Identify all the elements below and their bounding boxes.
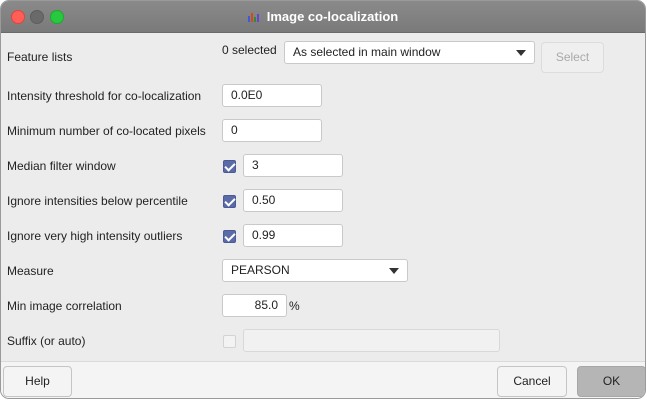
cancel-button[interactable]: Cancel [497,366,567,397]
min-correlation-label: Min image correlation [7,299,122,313]
title-bar[interactable]: Image co-localization [1,1,645,33]
min-colocated-pixels-input[interactable]: 0 [222,119,322,142]
select-button[interactable]: Select [541,42,604,73]
ok-button[interactable]: OK [577,366,645,397]
suffix-checkbox[interactable] [223,335,236,348]
median-filter-label: Median filter window [7,159,116,173]
dialog-window: Image co-localization Feature lists 0 se… [0,0,646,399]
feature-lists-combo-value: As selected in main window [293,45,441,59]
min-colocated-pixels-label: Minimum number of co-located pixels [7,124,206,138]
suffix-input[interactable] [243,329,500,352]
checkmark-icon [224,195,236,207]
bar-chart-icon [247,13,259,22]
ignore-below-percentile-input[interactable]: 0.50 [243,189,343,212]
chevron-down-icon [389,268,399,274]
checkmark-icon [224,160,236,172]
selected-count-text: 0 selected [222,43,277,57]
measure-combo-value: PEARSON [231,263,290,277]
chevron-down-icon [516,50,526,56]
checkmark-icon [224,230,236,242]
button-bar: Help Cancel OK [1,361,645,398]
suffix-label: Suffix (or auto) [7,334,86,348]
feature-lists-label: Feature lists [7,50,73,64]
measure-label: Measure [7,264,54,278]
window-title-text: Image co-localization [266,9,399,24]
ignore-outliers-input[interactable]: 0.99 [243,224,343,247]
help-button[interactable]: Help [3,366,72,397]
ignore-below-percentile-label: Ignore intensities below percentile [7,194,188,208]
ignore-outliers-label: Ignore very high intensity outliers [7,229,183,243]
median-filter-checkbox[interactable] [223,160,236,173]
min-correlation-input[interactable]: 85.0 [222,294,287,317]
percent-unit: % [289,299,300,313]
intensity-threshold-input[interactable]: 0.0E0 [222,84,322,107]
feature-lists-combo[interactable]: As selected in main window [284,41,535,64]
window-title: Image co-localization [1,9,645,24]
ignore-below-percentile-checkbox[interactable] [223,195,236,208]
intensity-threshold-label: Intensity threshold for co-localization [7,89,202,103]
median-filter-input[interactable]: 3 [243,154,343,177]
measure-combo[interactable]: PEARSON [222,259,408,282]
ignore-outliers-checkbox[interactable] [223,230,236,243]
